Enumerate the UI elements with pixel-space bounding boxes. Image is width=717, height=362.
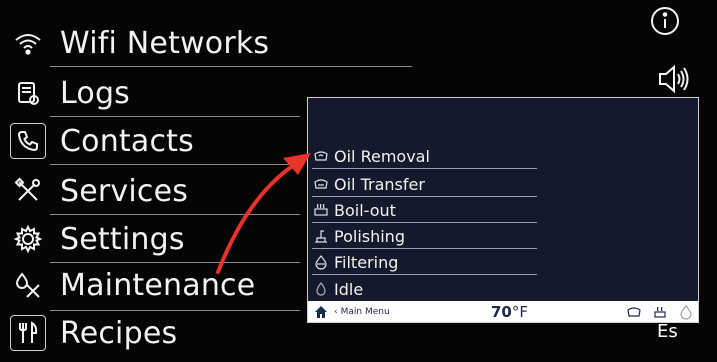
divider [50,164,300,165]
filter-status-icon [678,304,694,323]
menu-item-wifi-networks[interactable]: Wifi Networks [10,18,269,68]
submenu-item-label: Boil-out [334,200,396,220]
submenu-item-boil-out[interactable]: Boil-out [312,199,396,221]
home-icon[interactable] [314,305,328,319]
polishing-icon [312,227,330,245]
menu-item-label: Logs [60,75,131,111]
phone-icon [10,123,46,159]
menu-item-logs[interactable]: Logs [10,68,130,118]
back-to-main-menu-button[interactable]: ‹ Main Menu [334,307,390,317]
submenu-item-label: Idle [334,279,364,299]
submenu-item-filtering[interactable]: Filtering [312,251,398,273]
back-label: Main Menu [340,306,390,317]
menu-item-label: Maintenance [60,267,256,303]
filtering-icon [312,253,330,271]
divider [312,196,537,197]
menu-item-settings[interactable]: Settings [10,214,185,264]
submenu-item-idle[interactable]: Idle [312,278,363,300]
submenu-item-label: Oil Transfer [334,174,425,194]
menu-item-label: Settings [60,221,185,257]
divider [312,168,537,169]
language-toggle[interactable]: Es [657,321,678,342]
menu-item-label: Contacts [60,123,194,159]
submenu-item-label: Filtering [334,252,399,272]
temperature-readout: 70°F [491,303,528,321]
submenu-item-oil-transfer[interactable]: Oil Transfer [312,173,425,195]
oil-transfer-icon [312,175,330,193]
logs-icon [10,75,46,111]
speaker-icon[interactable] [656,64,690,98]
divider [312,222,537,223]
menu-item-contacts[interactable]: Contacts [10,116,194,166]
status-bar: ‹ Main Menu 70°F [308,301,698,322]
temperature-unit: °F [511,303,529,321]
temperature-value: 70 [491,303,512,321]
recipes-icon [10,315,46,351]
maintenance-icon [10,267,46,303]
menu-item-label: Recipes [60,315,178,351]
divider [312,274,537,275]
info-icon[interactable] [650,6,680,40]
boil-out-icon [312,201,330,219]
divider [50,66,412,67]
tools-icon [10,173,46,209]
divider [312,248,537,249]
menu-item-label: Wifi Networks [60,25,270,61]
oil-removal-icon [312,147,330,165]
submenu-item-label: Oil Removal [334,146,430,166]
menu-item-maintenance[interactable]: Maintenance [10,260,255,310]
oil-status-icon [626,304,642,323]
submenu-item-polishing[interactable]: Polishing [312,225,405,247]
menu-item-label: Services [60,173,189,209]
gear-icon [10,221,46,257]
wifi-icon [10,25,46,61]
submenu-panel: Oil Removal Oil Transfer Boil-out Polish… [307,97,699,323]
submenu-item-label: Polishing [334,226,405,246]
idle-icon [312,280,330,298]
menu-item-services[interactable]: Services [10,166,188,216]
chevron-left-icon: ‹ [334,306,338,317]
submenu-item-oil-removal[interactable]: Oil Removal [312,145,430,167]
menu-item-recipes[interactable]: Recipes [10,308,177,358]
